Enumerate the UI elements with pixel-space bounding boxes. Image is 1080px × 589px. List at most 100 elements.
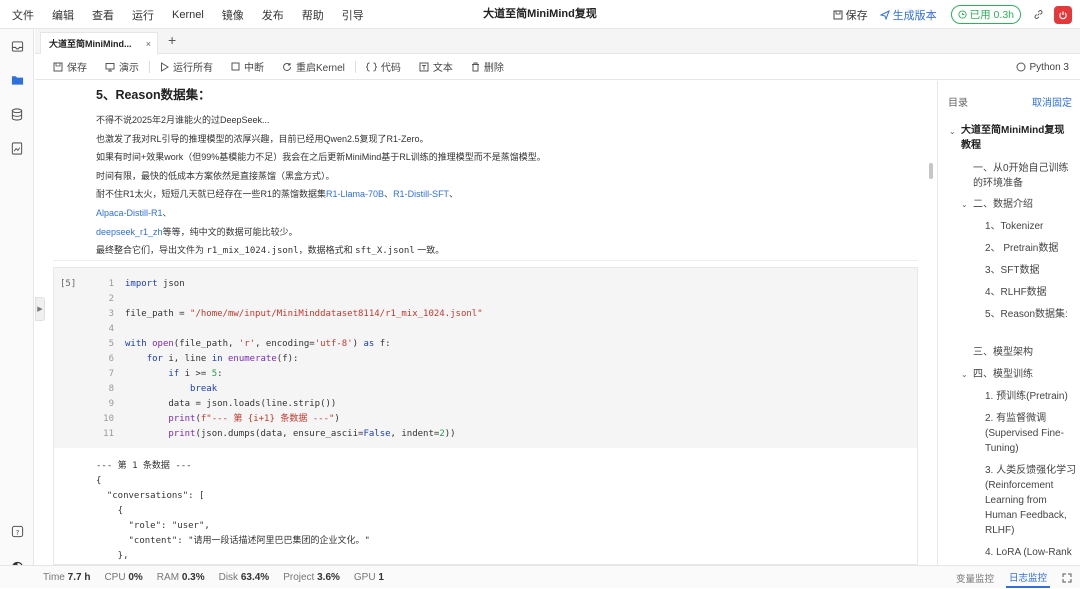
toolbar-save-label: 保存 [67, 63, 87, 74]
dataset-link[interactable]: Alpaca-Distill-R1 [96, 208, 163, 218]
save-button[interactable]: 保存 [833, 7, 868, 23]
section-heading: 5、Reason数据集： [96, 88, 211, 102]
toc-item-architecture[interactable]: 三、模型架构 [973, 345, 1033, 360]
status-bar: Time 7.7 h CPU 0% RAM 0.3% Disk 63.4% Pr… [0, 565, 1080, 588]
menu-publish[interactable]: 发布 [262, 7, 284, 23]
status-disk: Disk 63.4% [218, 571, 270, 583]
chevron-down-icon[interactable]: ⌄ [961, 200, 968, 209]
toc-item-sft[interactable]: 2. 有监督微调(Supervised Fine-Tuning) [985, 411, 1075, 456]
expand-icon[interactable] [1062, 573, 1072, 583]
tab-bar: 大道至简MiniMind... × + [35, 29, 1080, 54]
code-line: file_path = "/home/mw/input/MiniMinddata… [125, 309, 483, 319]
tab-close-icon[interactable]: × [146, 33, 151, 55]
md-text: 、 [162, 207, 172, 218]
collapse-sidebar-button[interactable]: ▶ [35, 297, 45, 321]
md-paragraph: 时间有限，最快的低成本方案依然是直接蒸馏（黑盒方式）。 [96, 170, 335, 181]
svg-text:?: ? [15, 527, 19, 536]
send-icon [879, 9, 890, 20]
line-number: 11 [103, 429, 114, 439]
dataset-link[interactable]: R1-Llama-70B [326, 189, 384, 199]
toolbar-run-all-label: 运行所有 [173, 63, 213, 74]
toc-item-pretrain-data[interactable]: 2、 Pretrain数据 [985, 241, 1058, 256]
toc-item-data[interactable]: 二、数据介绍 [973, 197, 1033, 212]
left-sidebar: ? [0, 29, 34, 573]
toc-item-rlhf[interactable]: 3. 人类反馈强化学习(Reinforcement Learning from … [985, 463, 1077, 538]
help-icon[interactable]: ? [10, 524, 24, 538]
link-button[interactable] [1033, 9, 1044, 20]
code-line: with open(file_path, 'r', encoding='utf-… [125, 339, 391, 349]
code-line: if i >= 5: [168, 369, 223, 379]
markdown-cell[interactable]: 5、Reason数据集： 不得不说2025年2月谁能火的过DeepSeek...… [53, 81, 918, 261]
folder-icon[interactable] [10, 73, 24, 87]
md-paragraph: 不得不说2025年2月谁能火的过DeepSeek... [96, 115, 270, 125]
menu-run[interactable]: 运行 [132, 7, 154, 23]
md-paragraph: deepseek_r1_zh等等，纯中文的数据可能比较少。 [96, 223, 918, 242]
menu-view[interactable]: 查看 [92, 7, 114, 23]
scrollbar-thumb[interactable] [929, 163, 933, 179]
toolbar-text-label: 文本 [432, 63, 453, 74]
save-icon [833, 10, 843, 19]
unpin-button[interactable]: 取消固定 [1032, 94, 1072, 109]
toolbar-interrupt-button[interactable]: 中断 [231, 59, 264, 74]
toolbar-separator [149, 60, 150, 73]
menu-image[interactable]: 镜像 [222, 7, 244, 23]
md-text: 、 [449, 189, 459, 200]
code-cell[interactable]: [5] 1 2 3 4 5 6 7 8 9 10 11 import json … [53, 267, 918, 565]
inline-code: r1_mix_1024.jsonl [206, 246, 299, 257]
toolbar-text-button[interactable]: 文本 [419, 59, 453, 74]
toolbar-code-button[interactable]: 代码 [365, 59, 401, 74]
present-icon [105, 62, 115, 71]
code-line: break [190, 384, 218, 394]
menu-help[interactable]: 帮助 [302, 7, 324, 23]
cell-output: --- 第 1 条数据 --- { "conversations": [ { "… [96, 461, 370, 561]
toolbar-delete-button[interactable]: 删除 [471, 59, 504, 74]
toc-item-training[interactable]: 四、模型训练 [973, 367, 1033, 382]
menu-kernel[interactable]: Kernel [172, 9, 204, 21]
toolbar-separator [354, 60, 356, 73]
code-line: print(f"--- 第 {i+1} 条数据 ---") [168, 414, 340, 424]
toc-item-rlhf-data[interactable]: 4、RLHF数据 [985, 285, 1047, 300]
power-button[interactable] [1054, 5, 1072, 24]
toolbar-save-button[interactable]: 保存 [53, 59, 87, 74]
inbox-icon[interactable] [10, 39, 24, 53]
menu-edit[interactable]: 编辑 [52, 7, 74, 23]
database-icon[interactable] [10, 107, 24, 121]
status-time: Time 7.7 h [43, 571, 91, 583]
variable-monitor-tab[interactable]: 变量监控 [956, 571, 994, 585]
save-icon [53, 62, 63, 71]
toc-item-sft-data[interactable]: 3、SFT数据 [985, 263, 1039, 278]
md-paragraph: 最终整合它们，导出文件为 r1_mix_1024.jsonl，数据格式和 sft… [96, 241, 918, 261]
image-icon[interactable] [10, 141, 24, 155]
stop-icon [231, 62, 240, 71]
line-number: 1 [108, 279, 114, 289]
line-number: 5 [108, 339, 114, 349]
toolbar-restart-button[interactable]: 重启Kernel [282, 59, 345, 74]
trash-icon [471, 62, 479, 71]
toc-item-root[interactable]: 大道至简MiniMind复现教程 [961, 123, 1073, 153]
toc-item-env[interactable]: 一、从0开始自己训练的环境准备 [973, 161, 1073, 191]
toc-item-lora[interactable]: 4. LoRA (Low-Rank [985, 545, 1077, 560]
code-icon [365, 62, 377, 71]
code-editor[interactable]: [5] 1 2 3 4 5 6 7 8 9 10 11 import json … [54, 268, 917, 448]
inline-code: sft_X.jsonl [355, 246, 415, 257]
toc-item-tokenizer[interactable]: 1、Tokenizer [985, 219, 1043, 234]
kernel-indicator[interactable]: Python 3 [1016, 54, 1069, 80]
menu-guide[interactable]: 引导 [342, 7, 364, 23]
tab-notebook[interactable]: 大道至简MiniMind... × [40, 32, 158, 54]
dataset-link[interactable]: R1-Distill-SFT [393, 189, 449, 199]
usage-label: 已用 0.3h [969, 9, 1014, 21]
dataset-link[interactable]: deepseek_r1_zh [96, 227, 163, 237]
add-tab-button[interactable]: + [168, 32, 176, 48]
toolbar-present-button[interactable]: 演示 [105, 59, 139, 74]
toolbar-run-all-button[interactable]: 运行所有 [160, 59, 213, 74]
usage-badge[interactable]: 已用 0.3h [950, 5, 1021, 24]
notebook-area: 5、Reason数据集： 不得不说2025年2月谁能火的过DeepSeek...… [35, 81, 937, 565]
chevron-down-icon[interactable]: ⌄ [961, 370, 968, 379]
toc-item-pretrain[interactable]: 1. 预训练(Pretrain) [985, 389, 1075, 404]
menu-file[interactable]: 文件 [12, 7, 34, 23]
generate-version-button[interactable]: 生成版本 [879, 7, 937, 23]
text-icon [419, 62, 429, 71]
log-monitor-tab[interactable]: 日志监控 [1005, 568, 1050, 588]
chevron-down-icon[interactable]: ⌄ [949, 127, 956, 136]
toc-item-reason-data[interactable]: 5、Reason数据集: [985, 307, 1073, 322]
